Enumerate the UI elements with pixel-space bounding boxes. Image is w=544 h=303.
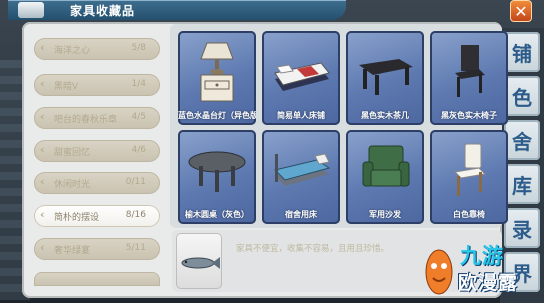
detail-item-thumbnail[interactable]	[176, 233, 222, 289]
window-title: 家具收藏品	[70, 4, 136, 18]
single-bed-icon	[274, 62, 330, 91]
furniture-cell[interactable]: 黑色实木茶几	[346, 31, 424, 125]
category-item[interactable]: ‹ 吧台的春秋乐章 4/5	[34, 107, 160, 129]
chevron-left-icon: ‹	[40, 208, 45, 221]
chevron-left-icon: ‹	[40, 241, 45, 254]
header-logo	[18, 2, 44, 18]
category-label: 海洋之心	[54, 46, 91, 56]
chevron-left-icon: ‹	[40, 41, 45, 54]
window-header: 家具收藏品	[8, 0, 346, 20]
round-table-icon	[188, 151, 246, 192]
category-count: 5/11	[125, 243, 146, 253]
right-tab-0[interactable]: 铺	[504, 32, 540, 72]
right-tab-4[interactable]: 录	[504, 208, 540, 248]
right-tab-2[interactable]: 舍	[504, 120, 540, 160]
furniture-name: 榆木圆桌（灰色）	[185, 210, 249, 219]
watermark-line1: 九游	[460, 244, 504, 268]
furniture-cell[interactable]: 简易单人床铺	[262, 31, 340, 125]
furniture-cell[interactable]: 军用沙发	[346, 130, 424, 224]
furniture-cell[interactable]: 宿舍用床	[262, 130, 340, 224]
dark-chair-icon	[455, 45, 485, 97]
furniture-name: 简易单人床铺	[277, 111, 325, 120]
category-count: 1/4	[131, 79, 146, 89]
category-item[interactable]: ‹ 休闲时光 0/11	[34, 172, 160, 194]
category-label: 奢华绿宴	[54, 246, 91, 256]
chevron-left-icon: ‹	[40, 77, 45, 90]
category-item[interactable]: ‹ 奢华绿宴 5/11	[34, 238, 160, 260]
chevron-left-icon: ‹	[40, 175, 45, 188]
mascot-icon	[425, 249, 453, 295]
chevron-left-icon: ‹	[40, 110, 45, 123]
category-count: 5/8	[131, 43, 146, 53]
army-sofa-icon	[362, 145, 410, 187]
right-tab-1[interactable]: 色	[504, 76, 540, 116]
furniture-cell[interactable]: 黑灰色实木椅子	[430, 31, 508, 125]
category-item[interactable]: ‹ 海洋之心 5/8	[34, 38, 160, 60]
crystal-lamp-icon	[200, 42, 234, 102]
category-sidebar: ‹ 海洋之心 5/8 ‹ 黑暗V 1/4 ‹ 吧台的春秋乐章 4/5 ‹ 甜蜜回…	[34, 32, 162, 294]
category-count: 4/6	[131, 145, 146, 155]
furniture-cell[interactable]: 白色靠椅	[430, 130, 508, 224]
category-item[interactable]: ‹ 黑暗V 1/4	[34, 74, 160, 96]
close-button[interactable]: ✕	[510, 0, 532, 22]
furniture-cell[interactable]: 蓝色水晶台灯（异色版）	[178, 31, 256, 125]
watermark-line2: 欧漫露	[458, 272, 519, 294]
furniture-name: 军用沙发	[369, 210, 401, 219]
category-count: 4/5	[131, 112, 146, 122]
category-label: 简朴的摆设	[54, 213, 100, 223]
chevron-left-icon: ‹	[40, 143, 45, 156]
furniture-name: 蓝色水晶台灯（异色版）	[178, 111, 256, 120]
black-coffee-table-icon	[359, 59, 413, 95]
close-icon: ✕	[514, 1, 528, 21]
item-description: 家具不便宜，收集不容易，且用且珍惜。	[236, 244, 390, 254]
category-item-selected[interactable]: ‹ 简朴的摆设 8/16	[34, 205, 160, 227]
category-count: 0/11	[125, 177, 146, 187]
category-label: 吧台的春秋乐章	[54, 115, 118, 125]
right-tab-3[interactable]: 库	[504, 164, 540, 204]
dorm-bed-icon	[274, 153, 331, 186]
furniture-name: 黑灰色实木椅子	[441, 111, 497, 120]
furniture-name: 白色靠椅	[453, 210, 485, 219]
category-item[interactable]: ‹ 甜蜜回忆 4/6	[34, 140, 160, 162]
furniture-name: 宿舍用床	[285, 210, 317, 219]
category-label: 黑暗V	[54, 82, 79, 92]
furniture-name: 黑色实木茶几	[361, 111, 409, 120]
category-count: 8/16	[125, 210, 146, 220]
white-chair-icon	[453, 143, 487, 196]
category-label: 甜蜜回忆	[54, 148, 91, 158]
category-item-partial[interactable]	[34, 272, 160, 286]
furniture-cell[interactable]: 榆木圆桌（灰色）	[178, 130, 256, 224]
category-label: 休闲时光	[54, 180, 91, 190]
fish-item-icon	[181, 257, 220, 269]
